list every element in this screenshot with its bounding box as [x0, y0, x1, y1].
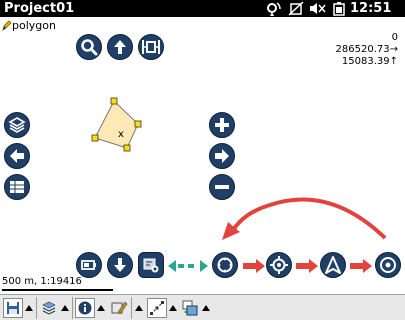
- window-dropdown[interactable]: [201, 298, 211, 318]
- download-icon: [114, 258, 126, 272]
- toolbar-separator: [72, 297, 73, 319]
- arrow-annotation: [243, 259, 265, 273]
- edit-tools-icon: [111, 301, 128, 315]
- info-tool[interactable]: [75, 298, 95, 318]
- layers-3d-icon: [42, 301, 56, 315]
- caret-up-icon: [202, 305, 210, 311]
- edit-dropdown[interactable]: [134, 298, 144, 318]
- window-switch-icon: [182, 300, 198, 316]
- map-settings-button[interactable]: [138, 252, 164, 278]
- save-icon: [7, 302, 19, 314]
- arrow-annotation: [296, 259, 318, 273]
- save-tool[interactable]: [3, 298, 23, 318]
- info-dropdown[interactable]: [96, 298, 106, 318]
- caret-up-icon: [61, 305, 69, 311]
- caret-up-icon: [25, 305, 33, 311]
- save-dropdown[interactable]: [24, 298, 34, 318]
- toolbar-separator: [131, 297, 132, 319]
- scale-text: 500 m, 1:19416: [2, 276, 82, 287]
- download-button[interactable]: [107, 252, 133, 278]
- caret-up-icon: [169, 305, 177, 311]
- center-point-icon: [380, 257, 396, 273]
- battery-mode-button[interactable]: [76, 252, 102, 278]
- edit-tool[interactable]: [109, 298, 129, 318]
- target-button[interactable]: [212, 252, 238, 278]
- double-arrow-annotation: [168, 260, 208, 272]
- map-settings-icon: [143, 258, 159, 273]
- gps-position-icon: [270, 256, 288, 274]
- caret-up-icon: [97, 305, 105, 311]
- measure-tool[interactable]: [147, 298, 167, 318]
- battery-mode-icon: [81, 260, 96, 270]
- arrow-annotation: [350, 259, 372, 273]
- bottom-toolbar: [0, 294, 405, 320]
- caret-up-icon: [135, 305, 143, 311]
- target-icon: [217, 257, 233, 273]
- navigation-button[interactable]: [320, 252, 346, 278]
- gps-position-button[interactable]: [266, 252, 292, 278]
- navigation-arrow-icon: [325, 256, 341, 274]
- layers-tool[interactable]: [39, 298, 59, 318]
- layers-dropdown[interactable]: [60, 298, 70, 318]
- measure-icon: [150, 301, 164, 315]
- scale-bar: [2, 289, 113, 291]
- window-switch-tool[interactable]: [180, 298, 200, 318]
- toolbar-separator: [36, 297, 37, 319]
- info-icon: [78, 301, 92, 315]
- center-point-button[interactable]: [375, 252, 401, 278]
- measure-dropdown[interactable]: [168, 298, 178, 318]
